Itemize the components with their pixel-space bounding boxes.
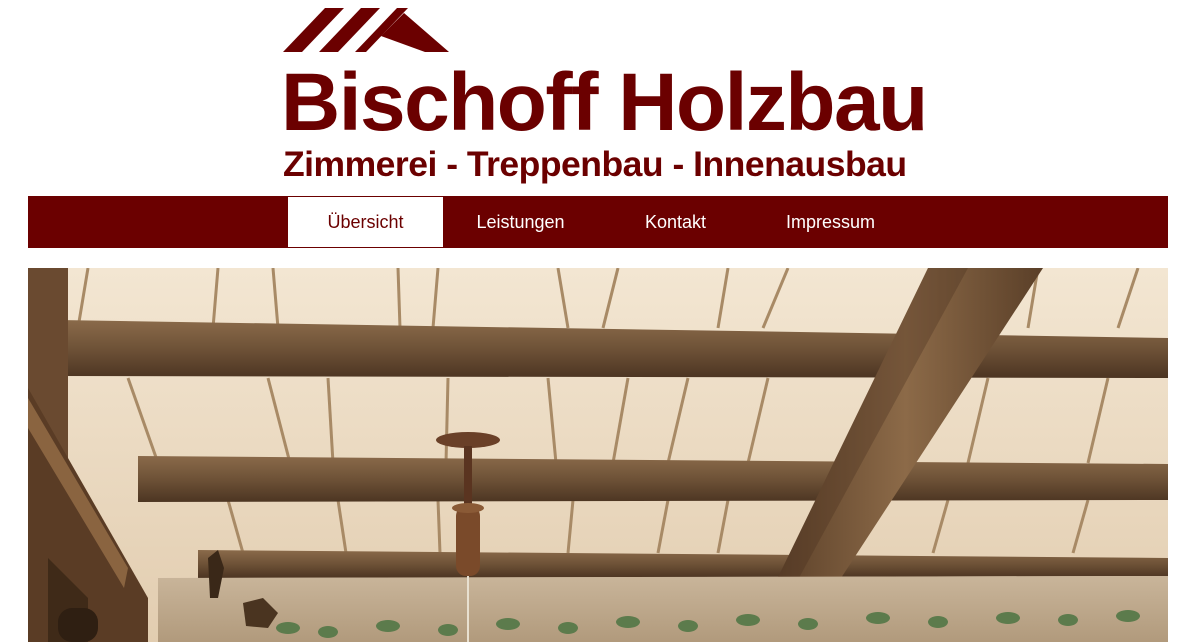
logo-tagline: Zimmerei - Treppenbau - Innenausbau [283, 144, 907, 184]
nav-item-kontakt[interactable]: Kontakt [598, 197, 753, 247]
nav-item-leistungen[interactable]: Leistungen [443, 197, 598, 247]
logo-company-name: Bischoff Holzbau [281, 57, 928, 148]
wooden-ceiling-photo [28, 268, 1168, 642]
page: Bischoff Holzbau Zimmerei - Treppenbau -… [0, 0, 1192, 642]
hero-image [28, 268, 1168, 642]
company-logo[interactable]: Bischoff Holzbau Zimmerei - Treppenbau -… [281, 8, 928, 188]
nav-item-uebersicht[interactable]: Übersicht [288, 197, 443, 247]
main-navigation: Übersicht Leistungen Kontakt Impressum [28, 196, 1168, 248]
roof-logo-icon [283, 8, 449, 52]
nav-item-impressum[interactable]: Impressum [753, 197, 908, 247]
nav-list: Übersicht Leistungen Kontakt Impressum [288, 197, 908, 247]
